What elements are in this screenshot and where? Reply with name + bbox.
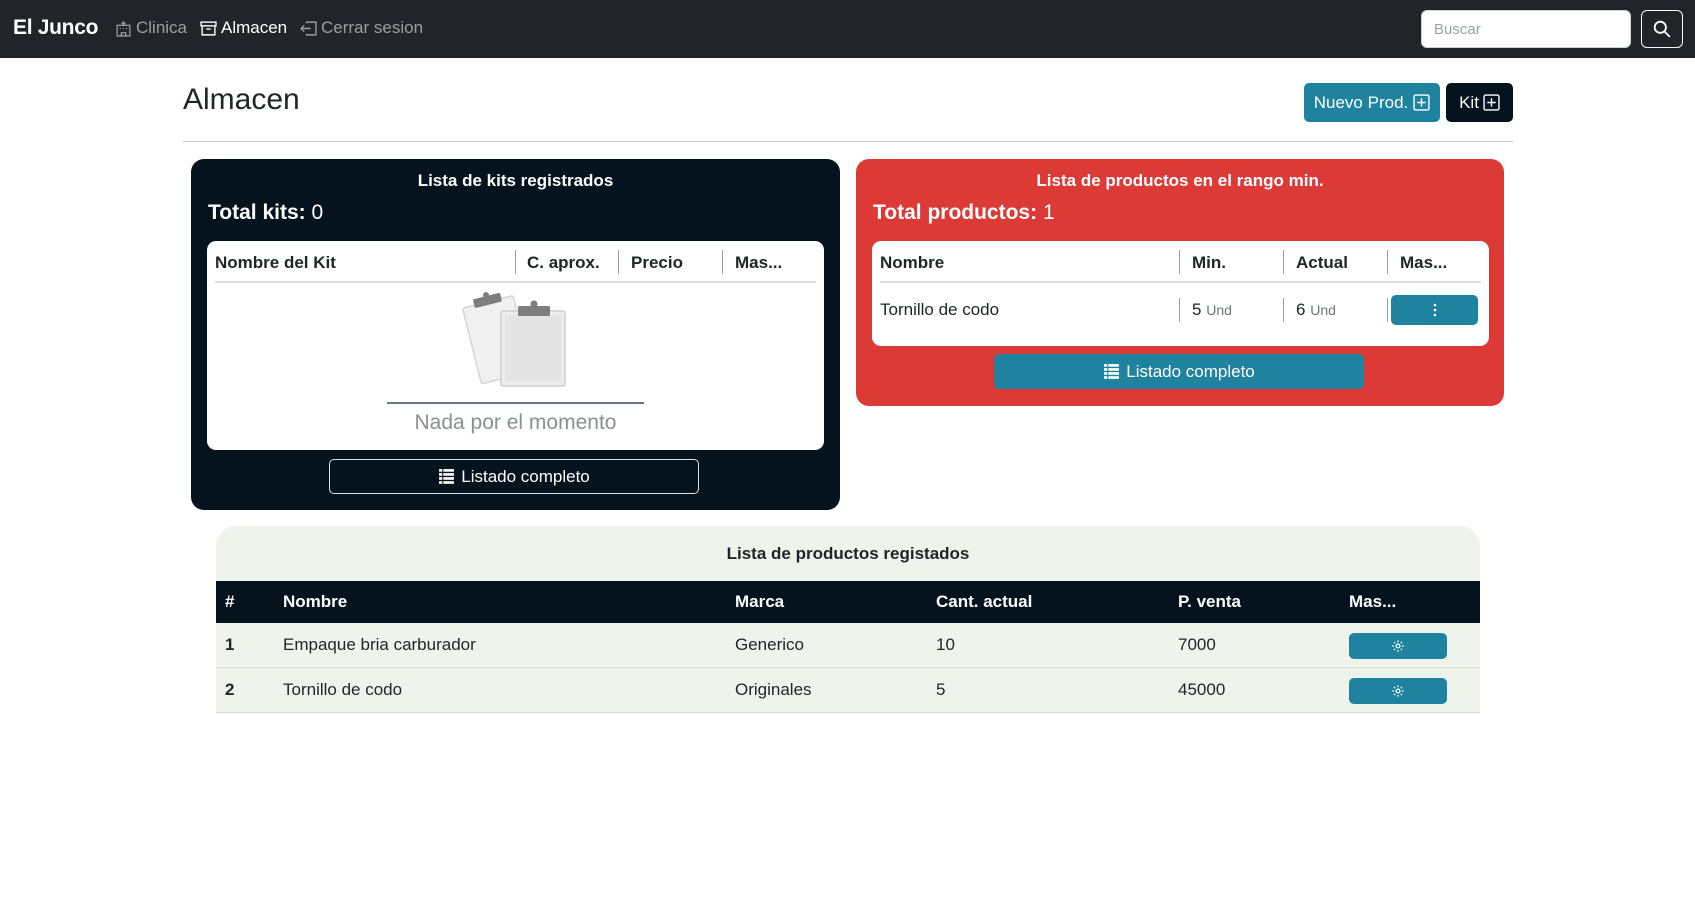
- list-icon: [1104, 364, 1120, 379]
- table-row: 2 Tornillo de codo Originales 5 45000: [216, 668, 1480, 713]
- kits-total-label: Total kits:: [208, 201, 306, 224]
- column-divider: [1387, 298, 1388, 322]
- col-mas: Mas...: [1349, 592, 1397, 611]
- min-col-actual: Actual: [1296, 253, 1348, 272]
- nav-link-almacen[interactable]: Almacen: [200, 18, 287, 38]
- nav-link-almacen-label: Almacen: [221, 18, 288, 37]
- plus-square-icon: [1413, 94, 1430, 111]
- min-col-min: Min.: [1192, 253, 1226, 272]
- min-row-min: 5 Und: [1192, 300, 1232, 320]
- column-divider: [1283, 250, 1284, 274]
- min-range-total: Total productos: 1: [873, 201, 1055, 225]
- min-row-actual-value: 6: [1296, 300, 1306, 319]
- column-divider: [1387, 250, 1388, 274]
- col-precio: P. venta: [1178, 592, 1242, 611]
- col-nombre: Nombre: [283, 592, 348, 611]
- row-settings-button[interactable]: [1349, 633, 1447, 659]
- row-name: Empaque bria carburador: [283, 635, 476, 654]
- min-range-table: Nombre Min. Actual Mas... Tornillo de co…: [872, 241, 1489, 346]
- kits-card: Lista de kits registrados Total kits: 0 …: [191, 159, 840, 510]
- col-marca: Marca: [735, 592, 785, 611]
- kits-full-list-button[interactable]: Listado completo: [329, 459, 699, 494]
- min-range-full-list-button[interactable]: Listado completo: [994, 354, 1364, 389]
- column-divider: [722, 250, 723, 274]
- brand-logo[interactable]: El Junco: [13, 16, 98, 40]
- header-underline: [215, 281, 816, 283]
- min-col-nombre: Nombre: [880, 253, 945, 272]
- row-price: 45000: [1178, 680, 1226, 699]
- nav-link-clinica-label: Clinica: [136, 18, 188, 37]
- min-col-mas: Mas...: [1400, 253, 1448, 272]
- navbar: El Junco Clinica Almacen Cerrar sesion: [0, 0, 1695, 58]
- new-kit-button[interactable]: Kit: [1446, 83, 1513, 122]
- min-range-card: Lista de productos en el rango min. Tota…: [856, 159, 1504, 406]
- row-num: 1: [225, 635, 235, 654]
- min-row-actual: 6 Und: [1296, 300, 1336, 320]
- min-range-total-value: 1: [1042, 201, 1055, 224]
- col-num: #: [225, 592, 235, 611]
- col-cantidad: Cant. actual: [936, 592, 1033, 611]
- column-divider: [1179, 298, 1180, 322]
- search-icon: [1653, 20, 1671, 38]
- new-product-button-label: Nuevo Prod.: [1313, 92, 1409, 112]
- plus-square-icon: [1483, 94, 1500, 111]
- list-icon: [439, 469, 455, 484]
- hospital-icon: [116, 20, 131, 37]
- row-settings-button[interactable]: [1349, 678, 1447, 704]
- kits-table: Nombre del Kit C. aprox. Precio Mas... N…: [207, 241, 824, 450]
- row-brand: Originales: [735, 680, 812, 699]
- row-qty: 10: [936, 635, 955, 654]
- row-name: Tornillo de codo: [283, 680, 403, 699]
- min-range-total-label: Total productos:: [873, 201, 1038, 224]
- table-row: 1 Empaque bria carburador Generico 10 70…: [216, 623, 1480, 668]
- row-num: 2: [225, 680, 235, 699]
- min-row-name: Tornillo de codo: [880, 300, 1000, 319]
- kebab-menu-icon: [1433, 303, 1436, 317]
- kits-full-list-label: Listado completo: [461, 466, 590, 486]
- min-row-min-unit: Und: [1206, 302, 1232, 318]
- column-divider: [618, 250, 619, 274]
- min-row-more-button[interactable]: [1391, 295, 1478, 325]
- nav-link-clinica[interactable]: Clinica: [115, 18, 187, 38]
- column-divider: [515, 250, 516, 274]
- products-table-header: # Nombre Marca Cant. actual P. venta Mas…: [216, 581, 1480, 623]
- products-table: Lista de productos registados # Nombre M…: [216, 526, 1480, 713]
- row-brand: Generico: [735, 635, 804, 654]
- new-kit-button-label: Kit: [1459, 92, 1479, 112]
- column-divider: [1179, 250, 1180, 274]
- empty-state-text: Nada por el momento: [414, 411, 617, 434]
- gear-icon: [1392, 640, 1404, 652]
- header-underline: [880, 281, 1481, 283]
- header-divider: [183, 141, 1513, 142]
- search-button[interactable]: [1641, 10, 1683, 48]
- gear-icon: [1392, 685, 1404, 697]
- kits-col-mas: Mas...: [735, 253, 783, 272]
- nav-link-cerrar-sesion[interactable]: Cerrar sesion: [300, 18, 423, 38]
- kits-col-nombre: Nombre del Kit: [215, 253, 336, 272]
- archive-icon: [200, 20, 217, 36]
- min-row-actual-unit: Und: [1310, 302, 1336, 318]
- min-row-min-value: 5: [1192, 300, 1202, 319]
- min-range-card-title: Lista de productos en el rango min.: [1036, 171, 1324, 190]
- column-divider: [1283, 298, 1284, 322]
- new-product-button[interactable]: Nuevo Prod.: [1304, 83, 1440, 122]
- kits-card-title: Lista de kits registrados: [417, 171, 614, 190]
- min-range-full-list-label: Listado completo: [1126, 361, 1255, 381]
- kits-col-aprox: C. aprox.: [527, 253, 600, 272]
- row-qty: 5: [936, 680, 946, 699]
- kits-col-precio: Precio: [631, 253, 683, 272]
- row-price: 7000: [1178, 635, 1216, 654]
- logout-icon: [300, 20, 317, 36]
- search-input[interactable]: [1421, 10, 1631, 48]
- products-table-title: Lista de productos registados: [726, 544, 970, 563]
- kits-total-value: 0: [311, 201, 324, 224]
- empty-divider: [387, 402, 644, 404]
- empty-clipboard-icon: [462, 292, 566, 387]
- page-title: Almacen: [183, 83, 300, 116]
- nav-link-cerrar-sesion-label: Cerrar sesion: [321, 18, 424, 37]
- kits-total: Total kits: 0: [208, 201, 323, 225]
